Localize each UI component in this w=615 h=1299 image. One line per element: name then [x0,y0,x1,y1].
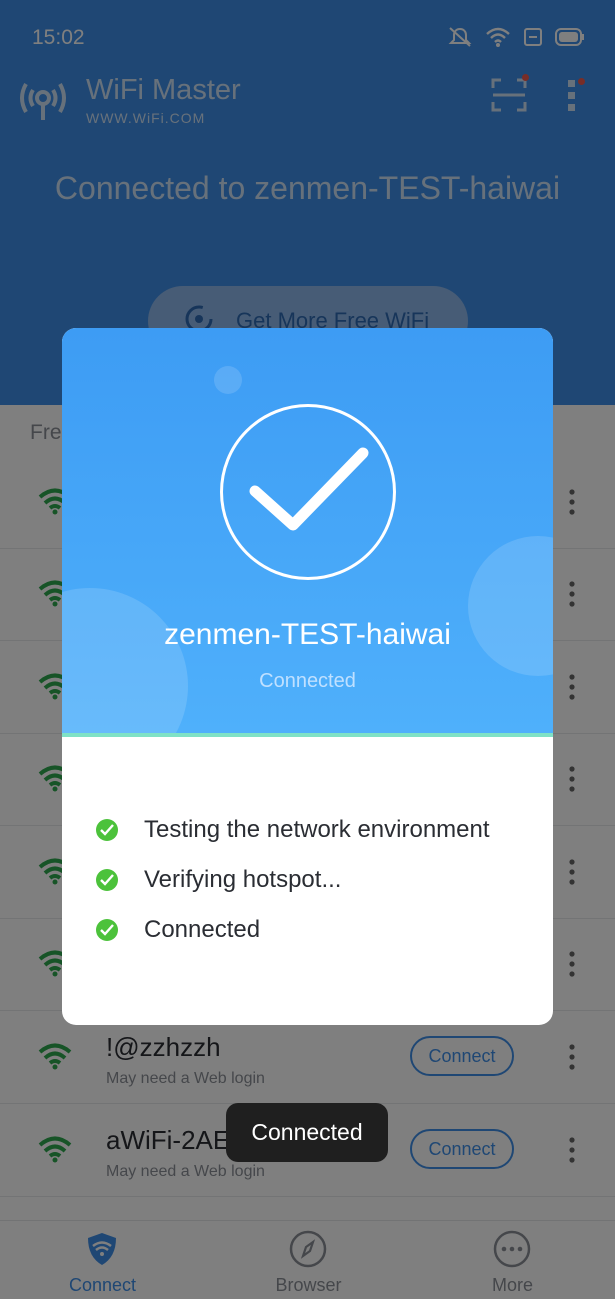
green-check-icon [96,819,118,841]
step-text: Connected [144,916,261,943]
dialog-state: Connected [259,670,356,692]
dialog-hero: zenmen-TEST-haiwai Connected [62,328,553,733]
toast-message: Connected [226,1103,388,1162]
decor-bubble [214,366,242,394]
connection-dialog: zenmen-TEST-haiwai Connected Testing the… [62,328,553,1025]
step-item: Testing the network environment [96,814,490,846]
step-item: Verifying hotspot... [96,864,341,896]
step-item: Connected [96,914,260,946]
step-text: Verifying hotspot... [144,866,342,893]
step-text: Testing the network environment [144,816,490,843]
dialog-ssid: zenmen-TEST-haiwai [164,618,451,651]
success-check-icon [220,404,396,580]
progress-line [62,733,553,737]
green-check-icon [96,919,118,941]
green-check-icon [96,869,118,891]
decor-bubble [468,536,553,676]
decor-bubble [62,588,188,733]
